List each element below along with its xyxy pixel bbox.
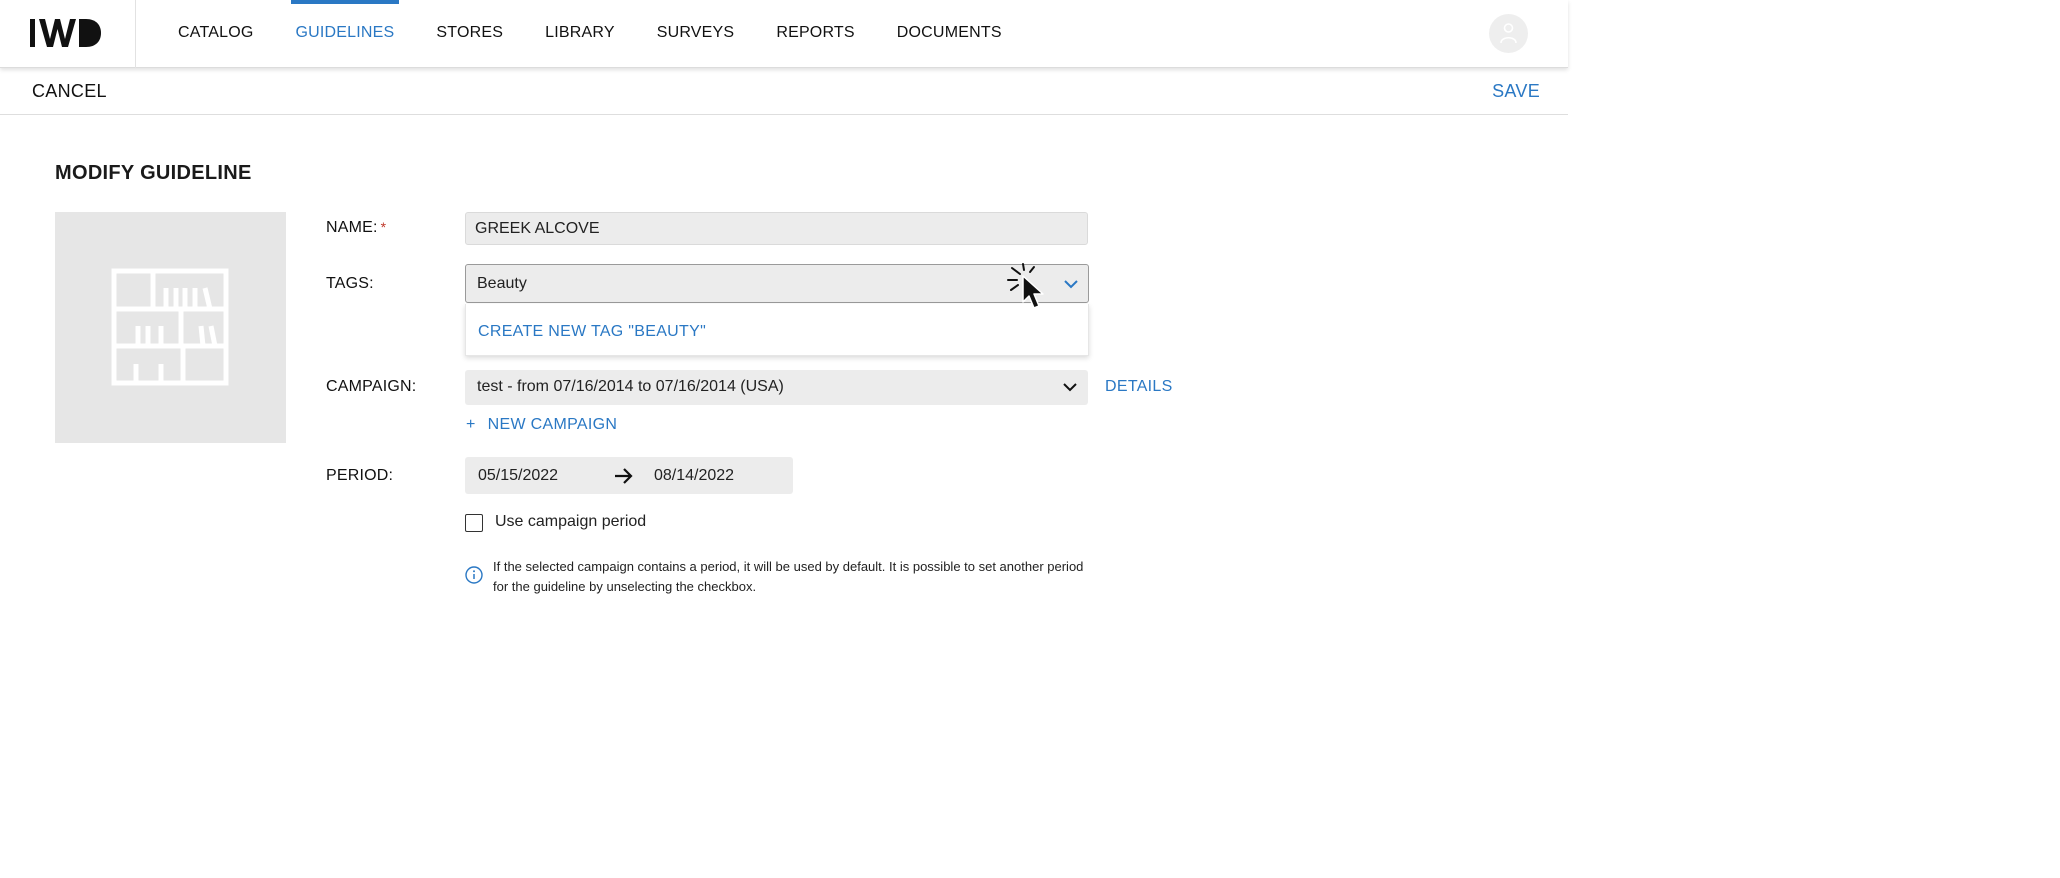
logo-area [0, 0, 136, 68]
tags-dropdown: CREATE NEW TAG "BEAUTY" [465, 304, 1089, 356]
campaign-value: test - from 07/16/2014 to 07/16/2014 (US… [477, 378, 784, 395]
campaign-details-link[interactable]: DETAILS [1105, 378, 1173, 396]
new-campaign-button[interactable]: + NEW CAMPAIGN [466, 416, 617, 434]
name-label-text: NAME: [326, 219, 378, 236]
nav-documents[interactable]: DOCUMENTS [876, 0, 1023, 68]
page-title: MODIFY GUIDELINE [55, 162, 252, 184]
info-icon [465, 566, 483, 584]
name-field[interactable]: GREEK ALCOVE [465, 212, 1088, 245]
shelf-placeholder-icon [111, 268, 229, 386]
required-mark: * [380, 219, 387, 235]
info-text: If the selected campaign contains a peri… [493, 559, 1084, 594]
tags-select[interactable]: Beauty [465, 264, 1089, 303]
campaign-label: CAMPAIGN: [326, 378, 417, 395]
nav-guidelines[interactable]: GUIDELINES [275, 0, 416, 68]
tags-label: TAGS: [326, 275, 374, 292]
period-range: 05/15/2022 08/14/2022 [465, 457, 793, 494]
action-bar: CANCEL SAVE [0, 69, 1568, 115]
period-start-date[interactable]: 05/15/2022 [478, 467, 558, 485]
nav-surveys[interactable]: SURVEYS [636, 0, 756, 68]
guideline-thumbnail[interactable] [55, 212, 286, 443]
period-end-date[interactable]: 08/14/2022 [654, 467, 734, 485]
tags-value: Beauty [477, 275, 527, 292]
arrow-right-icon [615, 468, 633, 484]
save-button[interactable]: SAVE [1492, 81, 1540, 102]
nav-catalog[interactable]: CATALOG [157, 0, 275, 68]
nav-reports[interactable]: REPORTS [755, 0, 875, 68]
chevron-down-icon[interactable] [1062, 275, 1080, 293]
avatar-icon [1500, 23, 1517, 44]
cancel-button[interactable]: CANCEL [32, 81, 107, 102]
campaign-select[interactable]: test - from 07/16/2014 to 07/16/2014 (US… [465, 370, 1088, 405]
plus-icon: + [466, 416, 476, 433]
nav-library[interactable]: LIBRARY [524, 0, 636, 68]
iwd-logo[interactable] [30, 17, 102, 49]
main-nav: CATALOG GUIDELINES STORES LIBRARY SURVEY… [157, 0, 1023, 68]
avatar[interactable] [1489, 14, 1528, 53]
create-tag-option[interactable]: CREATE NEW TAG "BEAUTY" [478, 323, 706, 341]
name-label: NAME: * [326, 219, 386, 237]
use-campaign-period-checkbox[interactable] [465, 514, 483, 532]
period-label: PERIOD: [326, 467, 394, 484]
new-campaign-label: NEW CAMPAIGN [487, 416, 618, 433]
top-navigation-bar: CATALOG GUIDELINES STORES LIBRARY SURVEY… [0, 0, 1568, 68]
nav-stores[interactable]: STORES [415, 0, 524, 68]
use-campaign-period-label[interactable]: Use campaign period [495, 513, 646, 531]
mouse-cursor-icon [1007, 263, 1044, 309]
chevron-down-icon[interactable] [1061, 380, 1079, 396]
